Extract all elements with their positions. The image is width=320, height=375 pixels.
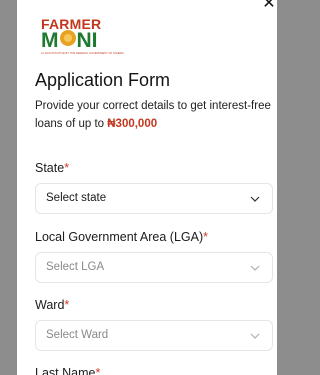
application-modal: ✕ FARMER M NI A LOAN INITIATIVE BY THE FE… (17, 0, 277, 375)
required-marker: * (95, 366, 101, 375)
state-select[interactable]: Select state (35, 183, 273, 214)
form-subtitle: Provide your correct details to get inte… (35, 97, 271, 133)
farmer-moni-logo: FARMER M NI A LOAN INITIATIVE BY THE FEDE… (41, 17, 125, 55)
state-select-value: Select state (46, 192, 107, 204)
state-label: State* (35, 161, 70, 175)
ward-select[interactable]: Select Ward (35, 320, 273, 351)
required-marker: * (203, 230, 209, 244)
page-title: Application Form (35, 70, 171, 90)
required-marker: * (64, 161, 70, 175)
chevron-down-icon (250, 265, 260, 271)
logo-line2b: NI (76, 29, 98, 52)
required-marker: * (64, 298, 70, 312)
last-name-label: Last Name* (35, 366, 100, 375)
ward-label: Ward* (35, 298, 70, 312)
lga-select-value: Select LGA (46, 261, 105, 273)
chevron-down-icon (250, 196, 260, 202)
ward-select-value: Select Ward (46, 329, 109, 341)
lga-select[interactable]: Select LGA (35, 252, 273, 283)
logo-line2a: M (41, 29, 59, 52)
chevron-down-icon (250, 333, 260, 339)
logo-coin-icon (59, 30, 76, 46)
logo-tagline: A LOAN INITIATIVE BY THE FEDERAL GOVERNM… (41, 52, 125, 55)
loan-amount: ₦300,000 (107, 118, 158, 130)
lga-label: Local Government Area (LGA)* (35, 230, 209, 244)
close-icon[interactable]: ✕ (261, 0, 277, 12)
